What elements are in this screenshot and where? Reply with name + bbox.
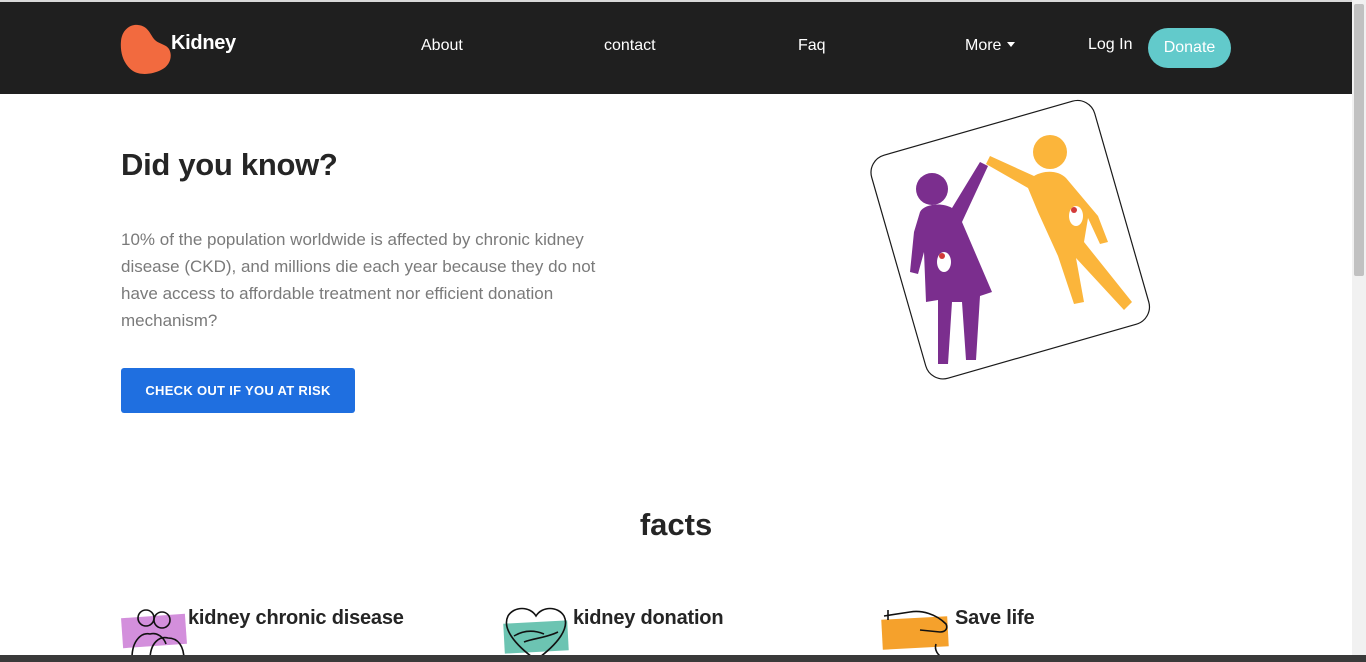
- os-taskbar: [0, 655, 1366, 662]
- kidney-logo-icon: [120, 24, 171, 74]
- heart-hands-icon: [503, 607, 569, 661]
- brand-logo-link[interactable]: Kidney: [120, 22, 236, 74]
- fact-title: kidney chronic disease: [188, 607, 404, 629]
- nav-more-label: More: [965, 37, 1002, 54]
- nav-about-link[interactable]: About: [421, 37, 463, 55]
- nav-faq-link[interactable]: Faq: [798, 37, 826, 55]
- navbar: Kidney About contact Faq More Log In Don…: [0, 2, 1352, 94]
- hero-description: 10% of the population worldwide is affec…: [121, 230, 596, 330]
- nav-more-dropdown[interactable]: More: [965, 37, 1016, 55]
- check-risk-button[interactable]: CHECK OUT IF YOU AT RISK: [121, 368, 355, 413]
- two-people-icon: [121, 609, 187, 661]
- facts-heading: facts: [639, 507, 713, 542]
- helping-hand-icon: [881, 610, 949, 659]
- scrollbar-thumb[interactable]: [1354, 4, 1364, 276]
- login-link[interactable]: Log In: [1088, 36, 1132, 54]
- donation-illustration: [870, 99, 1151, 380]
- hero-title: Did you know?: [121, 147, 338, 182]
- donate-button[interactable]: Donate: [1148, 28, 1231, 68]
- caret-down-icon: [1007, 42, 1016, 47]
- fact-title: Save life: [955, 607, 1035, 629]
- fact-title: kidney donation: [573, 607, 724, 629]
- brand-name: Kidney: [171, 32, 236, 54]
- nav-contact-link[interactable]: contact: [604, 37, 656, 55]
